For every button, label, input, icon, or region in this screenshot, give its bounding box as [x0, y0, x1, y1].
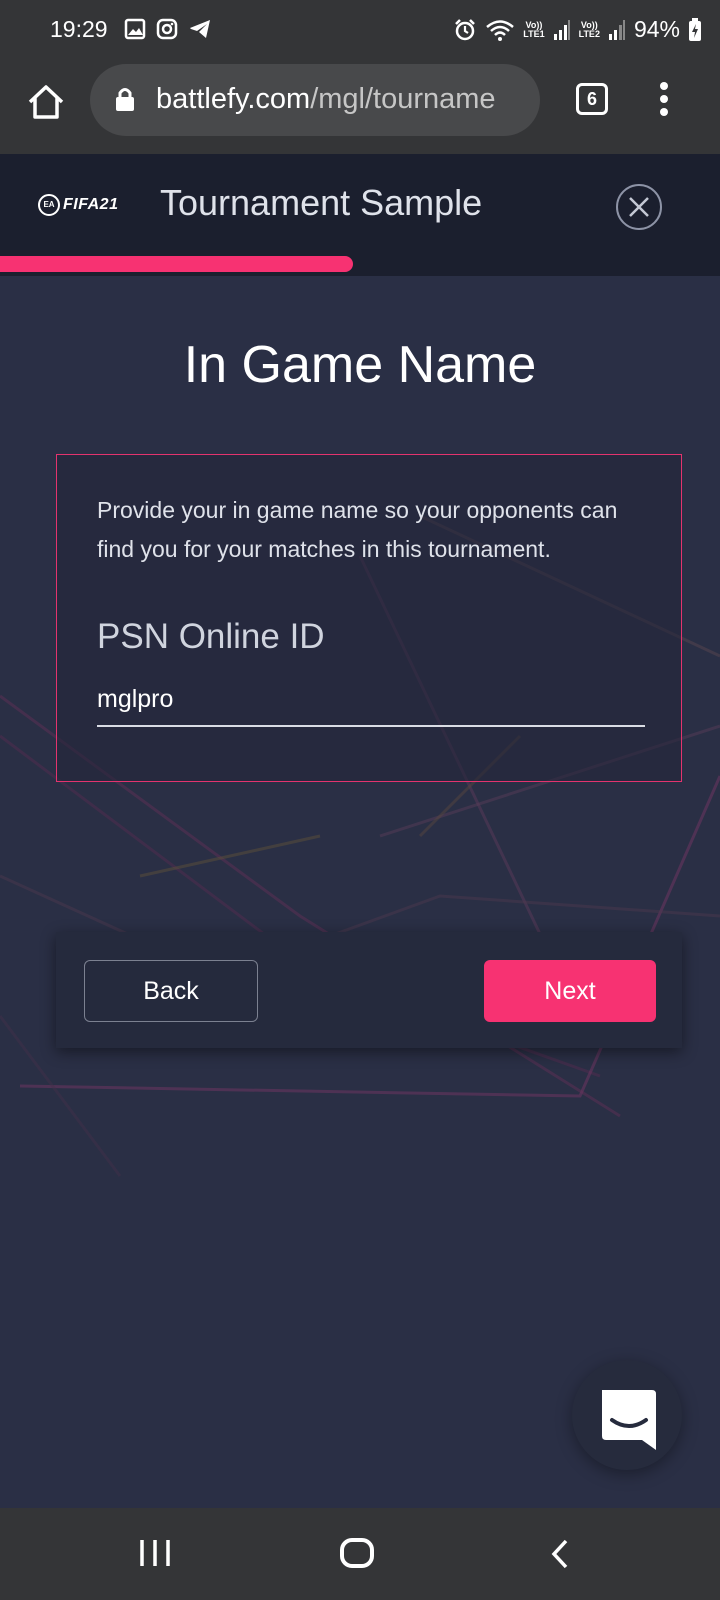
- url-text[interactable]: battlefy.com/mgl/tourname: [156, 83, 536, 116]
- status-time: 19:29: [50, 16, 108, 42]
- more-menu-icon[interactable]: [656, 82, 672, 122]
- progress-fill: [0, 256, 353, 272]
- signal-icon: [608, 19, 625, 40]
- browser-toolbar: battlefy.com/mgl/tourname 6: [0, 62, 720, 154]
- chat-icon: [602, 1390, 656, 1450]
- app-header: EA FIFA21 Tournament Sample: [0, 154, 720, 254]
- status-bar: 19:29 Vo)) LTE1 Vo)) LTE2 94%: [0, 0, 720, 62]
- psn-id-label: PSN Online ID: [97, 617, 325, 656]
- back-icon[interactable]: [548, 1538, 572, 1570]
- progress-bar: [0, 254, 720, 276]
- battery-percent: 94%: [633, 16, 680, 42]
- header-title: Tournament Sample: [160, 182, 483, 223]
- logo-text: FIFA21: [63, 196, 119, 213]
- sim1-indicator: Vo)) LTE1: [523, 19, 545, 39]
- tab-switcher-button[interactable]: 6: [576, 83, 608, 115]
- fifa-logo: EA FIFA21: [38, 192, 118, 218]
- next-button[interactable]: Next: [484, 960, 656, 1022]
- gallery-icon: [124, 18, 146, 40]
- back-button[interactable]: Back: [84, 960, 258, 1022]
- chat-support-button[interactable]: [572, 1360, 682, 1470]
- close-button[interactable]: [616, 184, 662, 230]
- address-bar[interactable]: battlefy.com/mgl/tourname: [90, 64, 540, 136]
- url-domain: battlefy.com: [156, 83, 311, 115]
- close-icon: [629, 197, 649, 217]
- instagram-icon: [156, 18, 178, 40]
- sim2-indicator: Vo)) LTE2: [578, 19, 600, 39]
- home-icon[interactable]: [24, 80, 68, 124]
- telegram-icon: [190, 20, 210, 38]
- system-nav-bar: [0, 1508, 720, 1600]
- signal-icon: [553, 19, 570, 40]
- url-path: /mgl/tourname: [310, 83, 496, 115]
- alarm-icon: [455, 18, 476, 40]
- wifi-icon: [486, 19, 515, 41]
- home-button-icon[interactable]: [340, 1538, 374, 1568]
- psn-id-input[interactable]: [97, 673, 645, 727]
- ea-badge: EA: [38, 194, 60, 216]
- recent-apps-icon[interactable]: [138, 1538, 172, 1568]
- form-description: Provide your in game name so your oppone…: [97, 497, 618, 562]
- lock-icon: [116, 88, 134, 111]
- battery-charging-icon: [689, 17, 701, 41]
- action-panel: Back Next: [56, 932, 682, 1048]
- ign-form-card: Provide your in game name so your oppone…: [56, 454, 682, 782]
- page-title: In Game Name: [183, 336, 537, 394]
